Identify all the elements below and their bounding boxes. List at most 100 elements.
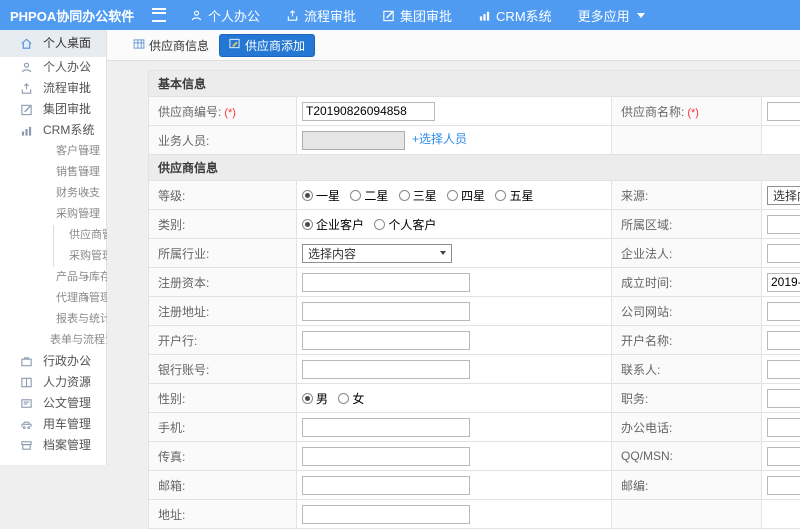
sidebar-item-admin-office[interactable]: 行政办公 +: [0, 351, 106, 372]
field-label: 地址:: [149, 500, 297, 529]
nav-label: 更多应用: [578, 6, 630, 25]
bank-input[interactable]: [302, 331, 470, 350]
sidebar-item-customer-mgmt[interactable]: 客户管理 +: [0, 141, 106, 162]
sidebar-item-purchase-mgmt[interactable]: 采购管理 −: [0, 204, 106, 225]
radio-icon: [350, 190, 361, 201]
expand-icon[interactable]: +: [83, 78, 90, 99]
bank-account-input[interactable]: [302, 360, 470, 379]
sidebar-item-vehicle-mgmt[interactable]: 用车管理 +: [0, 414, 106, 435]
tab-bar: 供应商信息 供应商添加: [107, 30, 800, 61]
expand-icon[interactable]: +: [83, 162, 90, 183]
nav-label: 集团审批: [400, 6, 452, 25]
grade-radio-1star[interactable]: 一星: [302, 187, 340, 204]
capital-input[interactable]: [302, 273, 470, 292]
collapse-icon[interactable]: −: [83, 204, 90, 225]
founded-date-input[interactable]: [767, 273, 800, 292]
nav-group-approval[interactable]: 集团审批: [382, 6, 452, 25]
nav-label: 个人办公: [208, 6, 260, 25]
nav-personal-office[interactable]: 个人办公: [190, 6, 260, 25]
office-phone-input[interactable]: [767, 418, 800, 437]
expand-icon[interactable]: +: [83, 288, 90, 309]
archive-icon: [20, 439, 34, 452]
edit-icon: [382, 9, 395, 22]
fax-input[interactable]: [302, 447, 470, 466]
website-input[interactable]: [767, 302, 800, 321]
grade-radio-5star[interactable]: 五星: [495, 187, 533, 204]
category-radio-personal[interactable]: 个人客户: [374, 216, 436, 233]
upload-icon: [286, 9, 299, 22]
grade-radio-3star[interactable]: 三星: [399, 187, 437, 204]
expand-icon[interactable]: +: [83, 57, 90, 78]
category-radio-enterprise[interactable]: 企业客户: [302, 216, 364, 233]
gender-radio-female[interactable]: 女: [338, 390, 364, 407]
choose-staff-link[interactable]: +选择人员: [412, 132, 467, 146]
expand-icon[interactable]: +: [83, 99, 90, 120]
qq-msn-input[interactable]: [767, 447, 800, 466]
sidebar-item-archive-mgmt[interactable]: 档案管理 +: [0, 435, 106, 456]
mobile-input[interactable]: [302, 418, 470, 437]
grade-radio-4star[interactable]: 四星: [447, 187, 485, 204]
account-name-input[interactable]: [767, 331, 800, 350]
grade-radio-2star[interactable]: 二星: [350, 187, 388, 204]
industry-select[interactable]: 选择内容: [302, 244, 452, 263]
sidebar-item-agent-mgmt[interactable]: 代理商管理 +: [0, 288, 106, 309]
field-label: 联系人:: [612, 355, 762, 384]
sidebar-item-purchase-sub[interactable]: 采购管理: [0, 246, 106, 267]
sidebar-item-crm-system[interactable]: CRM系统 −: [0, 120, 106, 141]
region-input[interactable]: [767, 215, 800, 234]
address-input[interactable]: [302, 505, 470, 524]
radio-icon: [399, 190, 410, 201]
sidebar-item-finance[interactable]: 财务收支 +: [0, 183, 106, 204]
nav-workflow-approval[interactable]: 流程审批: [286, 6, 356, 25]
source-select[interactable]: 选择内容: [767, 186, 800, 205]
expand-icon[interactable]: +: [83, 183, 90, 204]
reg-address-input[interactable]: [302, 302, 470, 321]
sidebar-item-supplier-mgmt[interactable]: 供应商管理: [0, 225, 106, 246]
contact-input[interactable]: [767, 360, 800, 379]
bar-chart-icon: [478, 9, 491, 22]
form-add-icon: [229, 38, 240, 52]
expand-icon[interactable]: +: [83, 372, 90, 393]
tab-supplier-add[interactable]: 供应商添加: [219, 34, 315, 57]
staff-input[interactable]: [302, 131, 405, 150]
sidebar-item-form-flow-settings[interactable]: 表单与流程设置 +: [0, 330, 106, 351]
expand-icon[interactable]: +: [83, 141, 90, 162]
sidebar-item-hr[interactable]: 人力资源 +: [0, 372, 106, 393]
app-logo: PHPOA协同办公软件: [0, 6, 138, 25]
supplier-name-input[interactable]: [767, 102, 800, 121]
field-label: QQ/MSN:: [612, 442, 762, 471]
expand-icon[interactable]: +: [83, 267, 90, 288]
tab-supplier-info[interactable]: 供应商信息: [133, 37, 209, 54]
sidebar-item-personal-office[interactable]: 个人办公 +: [0, 57, 106, 78]
sidebar-item-sales-mgmt[interactable]: 销售管理 +: [0, 162, 106, 183]
sidebar-item-product-inventory[interactable]: 产品与库存 +: [0, 267, 106, 288]
collapse-icon[interactable]: −: [83, 120, 90, 141]
legal-person-input[interactable]: [767, 244, 800, 263]
supplier-no-input[interactable]: [302, 102, 435, 121]
form-row: 手机: 办公电话:: [149, 413, 800, 442]
hamburger-menu-icon[interactable]: [152, 8, 166, 22]
sidebar-item-personal-desktop[interactable]: 个人桌面: [0, 30, 106, 57]
field-label: 邮箱:: [149, 471, 297, 500]
nav-crm-system[interactable]: CRM系统: [478, 6, 552, 25]
sidebar-item-label: 报表与统计: [56, 309, 111, 330]
nav-more-apps[interactable]: 更多应用: [578, 6, 645, 25]
expand-icon[interactable]: +: [83, 393, 90, 414]
field-label: 开户名称:: [612, 326, 762, 355]
home-icon: [20, 37, 34, 50]
field-label: 性别:: [149, 384, 297, 413]
expand-icon[interactable]: +: [83, 435, 90, 456]
expand-icon[interactable]: +: [83, 351, 90, 372]
sidebar-item-group-approval[interactable]: 集团审批 +: [0, 99, 106, 120]
zip-input[interactable]: [767, 476, 800, 495]
position-input[interactable]: [767, 389, 800, 408]
field-label: 等级:: [149, 181, 297, 210]
gender-radio-male[interactable]: 男: [302, 390, 328, 407]
sidebar-item-reports[interactable]: 报表与统计: [0, 309, 106, 330]
top-nav: 个人办公 流程审批 集团审批 CRM系统 更多应用: [190, 6, 671, 25]
sidebar-item-document-mgmt[interactable]: 公文管理 +: [0, 393, 106, 414]
email-input[interactable]: [302, 476, 470, 495]
sidebar-item-workflow-approval[interactable]: 流程审批 +: [0, 78, 106, 99]
expand-icon[interactable]: +: [83, 414, 90, 435]
field-label: 注册资本:: [149, 268, 297, 297]
